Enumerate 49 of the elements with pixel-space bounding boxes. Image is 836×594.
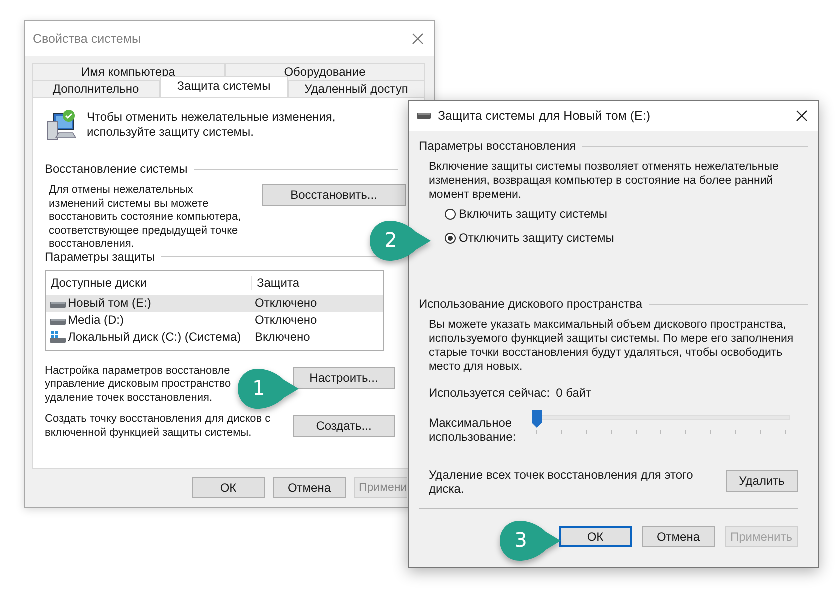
- window-title: Защита системы для Новый том (E:): [438, 109, 652, 123]
- column-header[interactable]: Защита: [251, 276, 300, 290]
- configure-button[interactable]: Настроить...: [293, 366, 395, 388]
- group-title: Восстановление системы: [45, 162, 188, 176]
- protection-status: Отключено: [254, 296, 318, 310]
- drive-row[interactable]: Локальный диск (C:) (Система) Включено: [46, 328, 383, 346]
- drive-row[interactable]: Новый том (E:) Отключено: [46, 294, 383, 312]
- group-title: Параметры защиты: [45, 250, 156, 264]
- delete-button[interactable]: Удалить: [726, 470, 798, 492]
- tab[interactable]: Оборудование: [225, 63, 425, 80]
- max-usage-label: Максимальное использование:: [429, 416, 518, 444]
- drive-row[interactable]: Media (D:) Отключено: [46, 312, 383, 328]
- group-title: Параметры восстановления: [419, 139, 576, 153]
- disk-usage-description: Вы можете указать максимальный объем дискового пространства, используемого функцией защиты системы. По мере его заполнения старые точки восстановления будут удаляться, чтобы освободить место для новых.: [429, 318, 795, 374]
- intro-text: Чтобы отменить нежелательные изменения, используйте защиту системы.: [87, 109, 337, 140]
- create-description: Создать точку восстановления для дисков с включенной функцией защиты системы.: [45, 413, 272, 440]
- close-icon[interactable]: [796, 110, 808, 122]
- usage-value: 0 байт: [556, 386, 592, 400]
- tab[interactable]: Дополнительно: [32, 80, 160, 97]
- configure-description-line: удаление точек восстановления.: [45, 392, 214, 405]
- group-title: Использование дискового пространства: [419, 297, 643, 311]
- max-usage-slider[interactable]: [532, 410, 790, 434]
- tab[interactable]: Удаленный доступ: [288, 80, 425, 97]
- dialog-button[interactable]: ОК: [559, 526, 632, 547]
- configure-description-line: Настройка параметров восстановле: [45, 364, 232, 378]
- restore-description: Для отмены нежелательных изменений системы вы можете восстановить состояние компьютера, соответствующее предыдущей точке восстановления.: [49, 184, 242, 252]
- drive-name: Локальный диск (C:) (Система): [68, 330, 242, 344]
- protection-status: Отключено: [254, 313, 318, 327]
- drive-name: Новый том (E:): [68, 296, 152, 310]
- radio-option[interactable]: Включить защиту системы: [445, 207, 808, 221]
- configure-description-line: управление дисковым пространство: [45, 378, 232, 392]
- recovery-description: Включение защиты системы позволяет отменять нежелательные изменения, возвращая компьютер в состояние на более ранний момент времени.: [429, 160, 780, 202]
- drive-name: Media (D:): [68, 313, 124, 327]
- dialog-button[interactable]: ОК: [192, 477, 265, 498]
- drive-icon: [417, 112, 431, 120]
- restore-button[interactable]: Восстановить...: [262, 184, 406, 206]
- slider-thumb[interactable]: [532, 410, 542, 428]
- dialog-button[interactable]: Отмена: [642, 526, 715, 547]
- create-button[interactable]: Создать...: [293, 415, 395, 437]
- protection-status: Включено: [254, 330, 310, 344]
- dialog-button[interactable]: Отмена: [273, 477, 346, 498]
- system-drive-icon: [50, 331, 66, 343]
- delete-description: Удаление всех точек восстановления для этого диска.: [429, 468, 694, 496]
- window-title: Свойства системы: [33, 32, 142, 46]
- tab[interactable]: Защита системы: [160, 76, 288, 97]
- usage-label: Используется сейчас:: [429, 386, 550, 400]
- radio-option[interactable]: Отключить защиту системы: [445, 231, 808, 245]
- column-header[interactable]: Доступные диски: [46, 276, 251, 290]
- tab[interactable]: Имя компьютера: [32, 63, 225, 80]
